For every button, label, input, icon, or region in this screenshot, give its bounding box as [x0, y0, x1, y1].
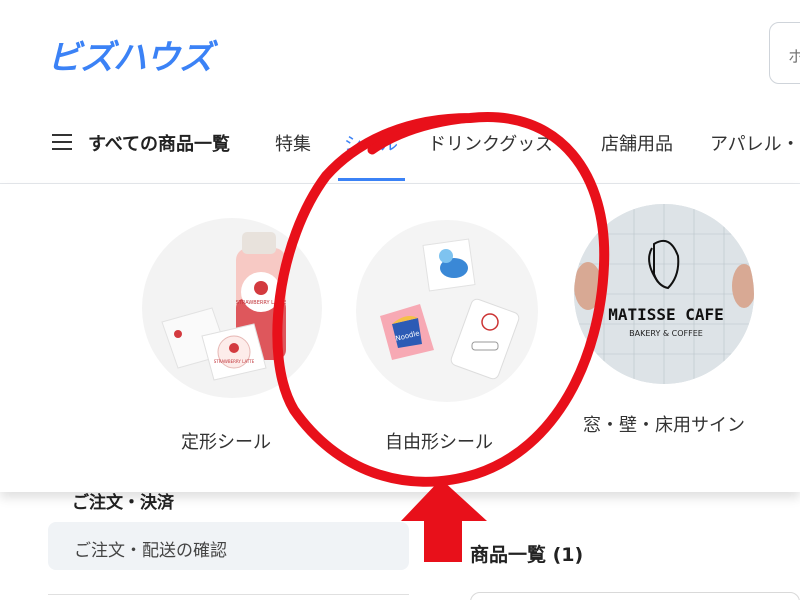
sign-text: BAKERY & COFFEE — [629, 329, 703, 338]
nav-item-stickers[interactable]: シール — [344, 130, 398, 156]
category-nav: すべての商品一覧 特集 シール ドリンクグッズ 店舗用品 アパレル・ — [0, 120, 800, 184]
sticker-text: STRAWBERRY LATTE — [236, 300, 287, 306]
order-shipping-label: ご注文・配送の確認 — [74, 541, 227, 561]
nav-item-apparel[interactable]: アパレル・ — [710, 130, 800, 156]
search-placeholder: ホ — [788, 47, 800, 66]
sign-text: MATISSE CAFE — [608, 305, 724, 324]
category-label-window-sign[interactable]: 窓・壁・床用サイン — [574, 412, 754, 440]
sticker-dropdown-panel: STRAWBERRY LATTE STRAWBERRY LATTE 定形シール … — [0, 184, 800, 492]
nav-item-drink-goods[interactable]: ドリンクグッズ — [428, 130, 553, 156]
products-list-title: 商品一覧 (1) — [470, 544, 584, 566]
order-shipping-link[interactable]: ご注文・配送の確認 — [48, 522, 409, 570]
category-label-regular-sticker[interactable]: 定形シール — [181, 428, 271, 454]
category-image-freeform-sticker[interactable]: Noodle — [356, 220, 538, 402]
site-logo[interactable]: ビズハウズ — [47, 30, 213, 79]
nav-all-products[interactable]: すべての商品一覧 — [88, 130, 230, 156]
product-card[interactable] — [470, 592, 800, 600]
sidebar-divider — [48, 594, 409, 595]
sticker-text: STRAWBERRY LATTE — [214, 359, 255, 364]
search-input[interactable]: ホ — [769, 22, 800, 84]
hamburger-menu-icon[interactable] — [52, 134, 72, 150]
nav-item-store-supplies[interactable]: 店舗用品 — [601, 130, 673, 156]
nav-item-features[interactable]: 特集 — [275, 130, 311, 156]
category-image-window-sign[interactable]: MATISSE CAFE BAKERY & COFFEE — [574, 204, 754, 384]
category-image-regular-sticker[interactable]: STRAWBERRY LATTE STRAWBERRY LATTE — [142, 218, 322, 398]
category-label-freeform-sticker[interactable]: 自由形シール — [385, 428, 493, 454]
active-tab-indicator — [338, 178, 405, 181]
